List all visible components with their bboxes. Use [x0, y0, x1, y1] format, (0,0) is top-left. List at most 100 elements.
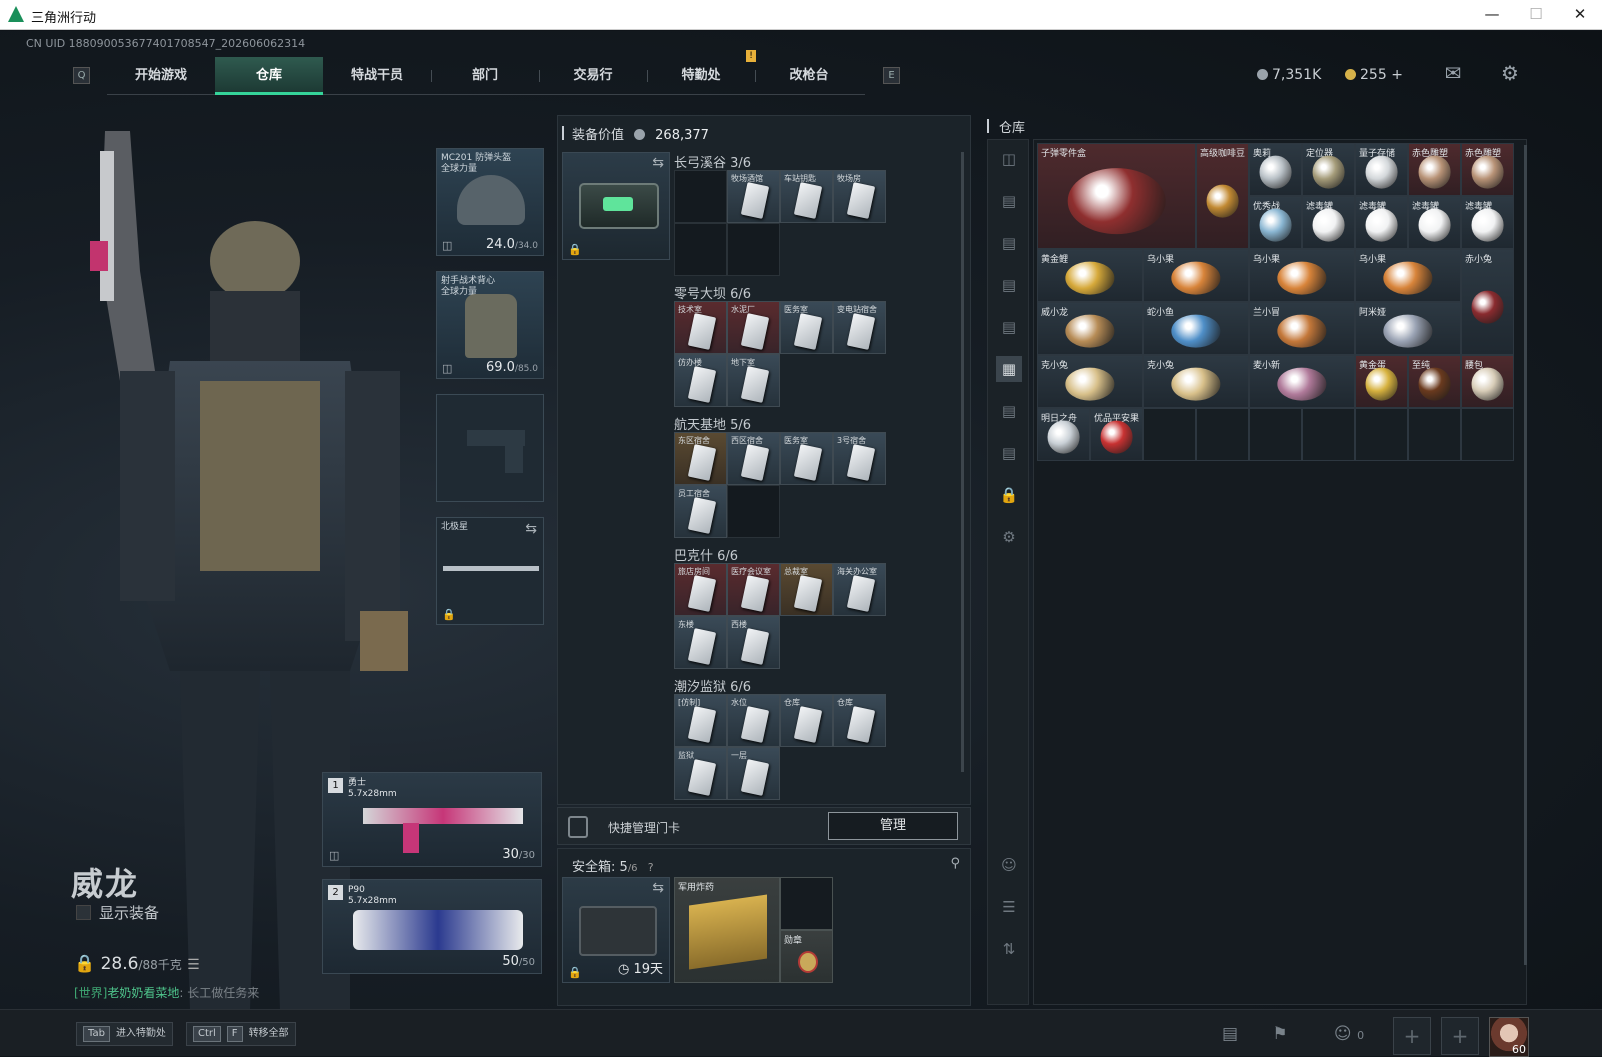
tab-warehouse[interactable]: 仓库 [215, 57, 323, 95]
keycard-item[interactable]: 车站钥匙 [780, 170, 833, 223]
swap-icon[interactable]: ⇆ [652, 880, 664, 896]
keycard-item[interactable]: 牧场酒馆 [727, 170, 780, 223]
warehouse-item[interactable]: 优秀战 [1249, 196, 1302, 249]
keycard-item[interactable]: 技术室 [674, 301, 727, 354]
tab-start-game[interactable]: 开始游戏 [107, 57, 215, 95]
warehouse-item[interactable]: 腰包 [1461, 355, 1514, 408]
keycard-item[interactable]: 一层 [727, 747, 780, 800]
safe-box[interactable]: ⇆ 🔒 ◷ 19天 [562, 877, 670, 983]
tab-special-ops[interactable]: 特勤处 [647, 57, 755, 95]
empty-keycard-slot[interactable] [727, 223, 780, 276]
empty-warehouse-slot[interactable] [1196, 408, 1249, 461]
warehouse-item[interactable]: 黄金鲤 [1037, 249, 1143, 302]
swap-icon[interactable]: ⇆ [652, 155, 664, 171]
tab-trading[interactable]: 交易行 [539, 57, 647, 95]
keycard-item[interactable]: 牧场房 [833, 170, 886, 223]
primary-weapon-slot[interactable]: 1 勇士 5.7x28mm ◫ 30/30 [322, 772, 542, 867]
keycard-item[interactable]: 旅店房间 [674, 563, 727, 616]
warehouse-item[interactable]: 滤毒罐 [1302, 196, 1355, 249]
warehouse-item[interactable]: 黄金蛋 [1355, 355, 1408, 408]
category-attachments-icon[interactable]: ▤ [996, 230, 1022, 256]
tab-gunsmith[interactable]: 改枪台 [755, 57, 863, 95]
warehouse-item[interactable]: 麦小新 [1249, 355, 1355, 408]
help-icon[interactable]: ? [648, 861, 654, 874]
pistol-slot-empty[interactable] [436, 394, 544, 502]
settings-gear-icon[interactable]: ⚙ [1497, 62, 1523, 84]
empty-warehouse-slot[interactable] [1249, 408, 1302, 461]
safe-item-medal[interactable]: 勋章 [780, 930, 833, 983]
close-button[interactable]: ✕ [1566, 3, 1594, 25]
warehouse-item[interactable]: 阿米娅 [1355, 302, 1461, 355]
category-person-icon[interactable]: ☺ [996, 852, 1022, 878]
warehouse-item[interactable]: 至纯 [1408, 355, 1461, 408]
maximize-button[interactable]: ☐ [1522, 3, 1550, 25]
helmet-slot[interactable]: MC201 防弹头盔 全球力量 ◫ 24.0/34.0 [436, 148, 544, 256]
warehouse-item[interactable]: 定位器 [1302, 143, 1355, 196]
warehouse-item[interactable]: 乌小果 [1249, 249, 1355, 302]
add-currency-icon[interactable]: + [1391, 67, 1403, 83]
empty-keycard-slot[interactable] [674, 223, 727, 276]
invite-slot-1[interactable]: + [1393, 1017, 1431, 1055]
tab-department[interactable]: 部门 [431, 57, 539, 95]
category-weapons-icon[interactable]: ▤ [996, 188, 1022, 214]
keycard-item[interactable]: 海关办公室 [833, 563, 886, 616]
empty-warehouse-slot[interactable] [1408, 408, 1461, 461]
empty-keycard-slot[interactable] [727, 485, 780, 538]
pin-icon[interactable]: ⚲ [950, 856, 960, 871]
keycard-item[interactable]: 东区宿舍 [674, 432, 727, 485]
category-armor-icon[interactable]: ▤ [996, 314, 1022, 340]
keycard-item[interactable]: 水位 [727, 694, 780, 747]
keycard-item[interactable]: 地下室 [727, 354, 780, 407]
warehouse-item[interactable]: 乌小果 [1143, 249, 1249, 302]
category-settings-icon[interactable]: ⚙ [996, 524, 1022, 550]
world-chat-line[interactable]: [世界]老奶奶看菜地: 长工做任务来 [74, 984, 259, 1001]
keycard-item[interactable]: 医疗会议室 [727, 563, 780, 616]
flag-icon[interactable]: ⚑ [1266, 1020, 1294, 1048]
warehouse-item[interactable]: 赤色雕塑 [1461, 143, 1514, 196]
keycard-item[interactable]: 变电站宿舍 [833, 301, 886, 354]
keycard-item[interactable]: 医务室 [780, 301, 833, 354]
tab-operators[interactable]: 特战干员 [323, 57, 431, 95]
keycard-item[interactable]: 3号宿舍 [833, 432, 886, 485]
warehouse-item[interactable]: 赤色雕塑 [1408, 143, 1461, 196]
secondary-weapon-slot[interactable]: 2 P90 5.7x28mm 50/50 [322, 879, 542, 974]
empty-warehouse-slot[interactable] [1143, 408, 1196, 461]
keycard-item[interactable]: 医务室 [780, 432, 833, 485]
armor-slot[interactable]: 射手战术背心 全球力量 ◫ 69.0/85.0 [436, 271, 544, 379]
category-consumables-icon[interactable]: ▤ [996, 440, 1022, 466]
enter-special-ops-hint[interactable]: Tab 进入特勤处 [76, 1022, 173, 1046]
stats-chart-icon[interactable]: ▤ [1216, 1020, 1244, 1048]
warehouse-item[interactable]: 滤毒罐 [1408, 196, 1461, 249]
warehouse-item[interactable]: 量子存储 [1355, 143, 1408, 196]
empty-keycard-slot[interactable] [674, 170, 727, 223]
warehouse-item[interactable]: 高级咖啡豆 [1196, 143, 1249, 249]
keycard-item[interactable]: 总裁室 [780, 563, 833, 616]
empty-warehouse-slot[interactable] [1355, 408, 1408, 461]
transfer-all-hint[interactable]: Ctrl F 转移全部 [186, 1022, 296, 1046]
keycard-item[interactable]: 东楼 [674, 616, 727, 669]
keycard-item[interactable]: 仿办楼 [674, 354, 727, 407]
safe-item-explosive[interactable]: 军用炸药 [674, 877, 780, 983]
checkbox[interactable] [76, 905, 91, 920]
empty-warehouse-slot[interactable] [1302, 408, 1355, 461]
list-icon[interactable]: ☰ [187, 957, 200, 973]
keycard-case[interactable]: ⇆ 🔒 [562, 152, 670, 260]
keycard-item[interactable]: [仿制] [674, 694, 727, 747]
category-locked-icon[interactable]: 🔒 [996, 482, 1022, 508]
safe-empty-slot[interactable] [780, 877, 833, 930]
invite-slot-2[interactable]: + [1441, 1017, 1479, 1055]
keycard-item[interactable]: 西楼 [727, 616, 780, 669]
mail-icon[interactable]: ✉ [1440, 62, 1466, 84]
minimize-button[interactable]: — [1478, 3, 1506, 25]
gold-currency[interactable]: 255 + [1345, 67, 1403, 83]
player-avatar[interactable]: 60 [1489, 1017, 1529, 1057]
warehouse-item[interactable]: 蛇小鱼 [1143, 302, 1249, 355]
keycard-item[interactable]: 员工宿舍 [674, 485, 727, 538]
show-equipment-toggle[interactable]: 显示装备 [76, 902, 159, 923]
friends-icon[interactable]: ☺ 0 [1326, 1020, 1372, 1048]
warehouse-item[interactable]: 赤小兔 [1461, 249, 1514, 355]
empty-warehouse-slot[interactable] [1461, 408, 1514, 461]
warehouse-item[interactable]: 兰小冒 [1249, 302, 1355, 355]
keycard-item[interactable]: 西区宿舍 [727, 432, 780, 485]
warehouse-item[interactable]: 滤毒罐 [1461, 196, 1514, 249]
